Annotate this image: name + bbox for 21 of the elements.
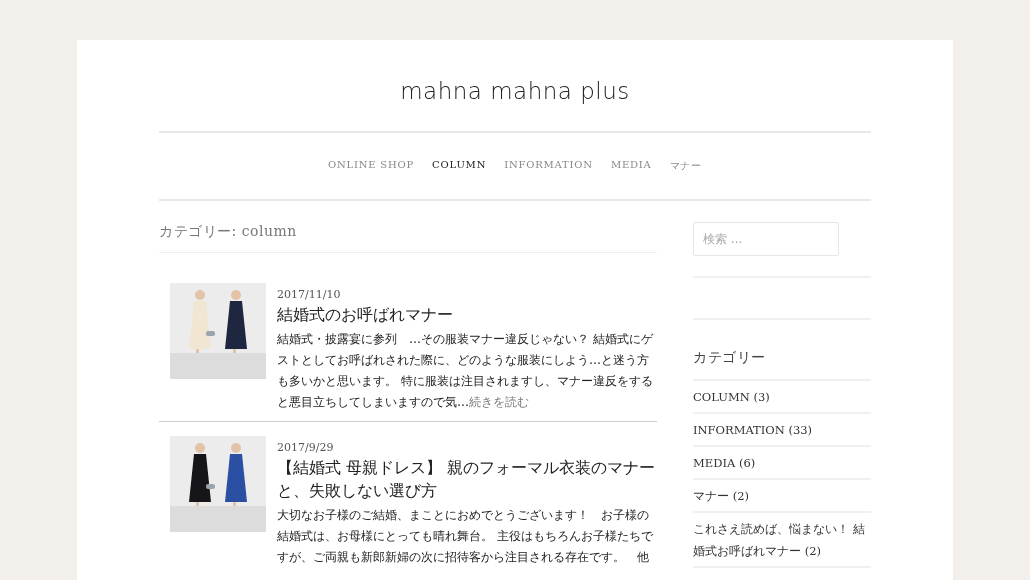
- category-link[interactable]: マナー (2): [693, 485, 871, 507]
- site-title[interactable]: mahna mahna plus: [400, 78, 630, 104]
- nav-link[interactable]: ONLINE SHOP: [327, 159, 415, 173]
- nav-link[interactable]: マナー: [669, 159, 702, 173]
- category-link[interactable]: COLUMN (3): [693, 386, 871, 408]
- post-excerpt: 大切なお子様のご結婚、まことにおめでとうございます！ お子様の結婚式は、お母様にとっても晴れ舞台。 主役はもちろんお子様たちですが、ご両親も新郎新婦の次に招待客から注目される存在です。 他: [277, 507, 654, 566]
- post-excerpt: 結婚式・披露宴に参列 …その服装マナー違反じゃない？ 結婚式にゲストとしてお呼ばれされた際に、どのような服装にしよう…と迷う方も多いかと思います。 特に服装は注目されますし、マナー違反をすると悪目立ちしてしまいますので気…続きを読む: [277, 331, 655, 411]
- archive-title: カテゴリー: column: [159, 223, 297, 241]
- category-link[interactable]: MEDIA (6): [693, 452, 871, 474]
- nav-link[interactable]: INFORMATION: [504, 159, 593, 173]
- search-field[interactable]: 検索 ...: [693, 222, 839, 256]
- category-link[interactable]: INFORMATION (33): [693, 419, 871, 441]
- post-title[interactable]: 結婚式のお呼ばれマナー: [277, 304, 657, 327]
- post-date: 2017/11/10: [277, 288, 341, 301]
- nav-link[interactable]: COLUMN: [432, 159, 487, 173]
- category-link[interactable]: これさえ読めば、悩まない！ 結婚式お呼ばれマナー (2): [693, 518, 871, 562]
- read-more-link[interactable]: 続きを読む: [469, 395, 529, 409]
- post-title[interactable]: 【結婚式 母親ドレス】 親のフォーマル衣装のマナーと、失敗しない選び方: [277, 457, 657, 503]
- post-date: 2017/9/29: [277, 441, 334, 454]
- categories-heading: カテゴリー: [693, 349, 766, 367]
- nav-link[interactable]: MEDIA: [610, 159, 652, 173]
